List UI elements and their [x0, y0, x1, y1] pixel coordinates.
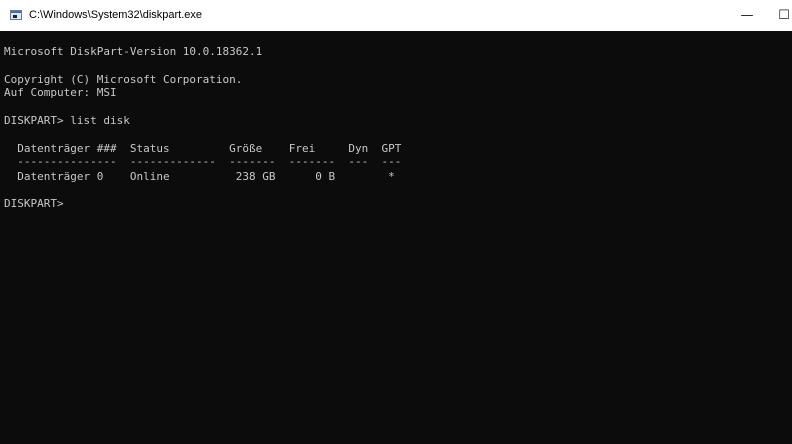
version-line: Microsoft DiskPart-Version 10.0.18362.1: [4, 45, 263, 58]
console-window-icon[interactable]: [10, 10, 22, 20]
table-header-row: Datenträger ### Status Größe Frei Dyn GP…: [4, 142, 402, 155]
disk-row: Datenträger 0 Online 238 GB 0 B *: [4, 170, 395, 183]
command-line: DISKPART> list disk: [4, 114, 130, 127]
copyright-line: Copyright (C) Microsoft Corporation.: [4, 73, 243, 86]
window-title: C:\Windows\System32\diskpart.exe: [29, 9, 203, 21]
diskpart-window: C:\Windows\System32\diskpart.exe — ☐ Mic…: [0, 0, 792, 444]
maximize-button[interactable]: ☐: [772, 4, 792, 28]
prompt-line[interactable]: DISKPART>: [4, 197, 70, 211]
minimize-button[interactable]: —: [733, 4, 761, 28]
computer-line: Auf Computer: MSI: [4, 86, 117, 99]
table-separator-row: --------------- ------------- ------- --…: [4, 155, 402, 168]
title-bar[interactable]: C:\Windows\System32\diskpart.exe — ☐: [0, 0, 792, 31]
console-output[interactable]: Microsoft DiskPart-Version 10.0.18362.1 …: [0, 31, 792, 444]
